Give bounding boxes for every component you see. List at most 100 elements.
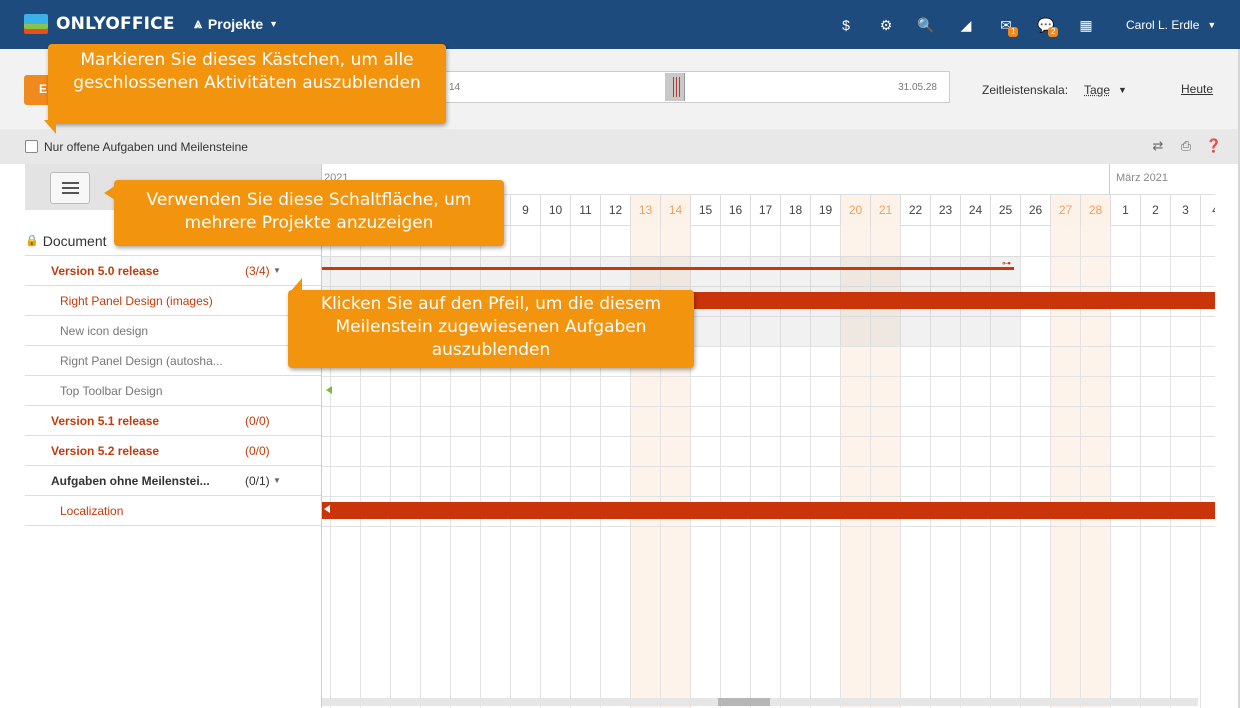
day-cell: 10 [540, 195, 570, 226]
calendar-icon[interactable]: ▦ [1066, 13, 1106, 37]
grid-row-line [322, 496, 1215, 497]
tooltip-checkbox: Markieren Sie dieses Kästchen, um alle g… [44, 44, 446, 134]
milestone-row[interactable]: Version 5.0 release (3/4) ▼ [25, 256, 321, 286]
day-cell: 14 [660, 195, 690, 226]
module-switcher[interactable]: ⩓ Projekte ▼ [194, 15, 278, 32]
task-arrow-left-icon[interactable] [326, 386, 332, 394]
day-cell: 15 [690, 195, 720, 226]
day-cell: 27 [1050, 195, 1080, 226]
milestone-row[interactable]: Aufgaben ohne Meilenstei... (0/1) ▼ [25, 466, 321, 496]
day-cell: 26 [1020, 195, 1050, 226]
tooltip-toggle-arrow: Klicken Sie auf den Pfeil, um die diesem… [288, 278, 694, 368]
row-name[interactable]: New icon design [60, 324, 148, 338]
row-count: (3/4) [245, 263, 270, 278]
day-cell: 19 [810, 195, 840, 226]
day-cell: 16 [720, 195, 750, 226]
grid-row-line [322, 406, 1215, 407]
refresh-icon[interactable]: ⇄ [1144, 138, 1172, 154]
task-row[interactable]: Right Panel Design (images) [25, 286, 321, 316]
open-only-label[interactable]: Nur offene Aufgaben und Meilensteine [44, 140, 248, 154]
row-count: (0/1) [245, 473, 270, 488]
user-menu[interactable]: Carol L. Erdle ▼ [1126, 18, 1216, 32]
day-cell: 3 [1170, 195, 1200, 226]
module-label: Projekte [207, 15, 264, 32]
lock-icon: 🔒 [25, 235, 39, 247]
help-icon[interactable]: ❓ [1200, 138, 1228, 154]
row-name[interactable]: Version 5.1 release [51, 414, 159, 428]
projects-module-icon: ⩓ [194, 15, 202, 31]
day-cell: 4 [1200, 195, 1215, 226]
day-cell: 22 [900, 195, 930, 226]
row-name[interactable]: Top Toolbar Design [60, 384, 163, 398]
top-navigation-bar: ONLYOFFICE ⩓ Projekte ▼ $ ⚙ 🔍 ◢ ✉ 1 💬 2 ▦ Carol … [0, 0, 1240, 49]
milestone-row[interactable]: Version 5.2 release (0/0) [25, 436, 321, 466]
grid-row-line [322, 466, 1215, 467]
timeline-end-label: 31.05.28 [898, 82, 937, 93]
timeline-slider-handle[interactable] [665, 73, 685, 101]
speedometer-icon[interactable]: ◢ [946, 13, 986, 37]
day-cell: 2 [1140, 195, 1170, 226]
day-cell: 11 [570, 195, 600, 226]
grid-row-line [322, 526, 1215, 527]
day-cell: 28 [1080, 195, 1110, 226]
grid-row-line [322, 436, 1215, 437]
milestone-key-icon: ⊶ [1002, 258, 1011, 268]
row-name[interactable]: Right Panel Design (images) [60, 294, 213, 308]
day-cell: 18 [780, 195, 810, 226]
day-cell: 25 [990, 195, 1020, 226]
notification-badge: 1 [1008, 27, 1019, 37]
filter-row: Nur offene Aufgaben und Meilensteine ⇄ ⎙… [0, 129, 1240, 164]
day-cell: 20 [840, 195, 870, 226]
chat-icon[interactable]: 💬 2 [1026, 13, 1066, 37]
row-count: (0/0) [245, 443, 270, 458]
today-link[interactable]: Heute [1181, 82, 1213, 96]
day-cell: 23 [930, 195, 960, 226]
milestone-bar[interactable] [322, 267, 1014, 270]
day-cell: 9 [510, 195, 540, 226]
row-name[interactable]: Version 5.0 release [51, 264, 159, 278]
milestone-row[interactable]: Version 5.1 release (0/0) [25, 406, 321, 436]
scrollbar-thumb[interactable] [718, 698, 770, 706]
chevron-down-icon: ▼ [1207, 20, 1217, 30]
day-cell: 21 [870, 195, 900, 226]
tooltip-menu-button: Verwenden Sie diese Schaltfläche, um meh… [104, 180, 504, 246]
collapse-arrow-icon[interactable]: ▼ [273, 266, 281, 275]
task-list: Version 5.0 release (3/4) ▼ Right Panel Des… [25, 256, 321, 526]
search-icon[interactable]: 🔍 [906, 13, 946, 37]
day-cell: 17 [750, 195, 780, 226]
day-cell: 24 [960, 195, 990, 226]
task-row[interactable]: New icon design [25, 316, 321, 346]
mail-icon[interactable]: ✉ 1 [986, 13, 1026, 37]
print-icon[interactable]: ⎙ [1172, 138, 1200, 154]
month-label-right: März 2021 [1109, 164, 1168, 195]
day-cell: 12 [600, 195, 630, 226]
task-bar-localization[interactable] [322, 502, 1215, 519]
task-row[interactable]: Localization [25, 496, 321, 526]
chevron-down-icon: ▼ [269, 18, 279, 29]
onlyoffice-logo[interactable]: ONLYOFFICE [24, 12, 175, 36]
open-only-checkbox[interactable] [25, 140, 38, 153]
brand-name: ONLYOFFICE [56, 14, 175, 34]
row-name[interactable]: Rignt Panel Design (autosha... [60, 354, 223, 368]
gear-icon[interactable]: ⚙ [866, 13, 906, 37]
task-row[interactable]: Top Toolbar Design [25, 376, 321, 406]
grid-row-line [322, 376, 1215, 377]
timeline-scale-label: Zeitleistenskala: [982, 83, 1069, 97]
chevron-down-icon[interactable]: ▼ [1118, 85, 1127, 95]
row-name[interactable]: Aufgaben ohne Meilenstei... [51, 474, 210, 488]
day-cell: 1 [1110, 195, 1140, 226]
multi-project-menu-button[interactable] [50, 172, 90, 204]
user-name: Carol L. Erdle [1126, 18, 1200, 32]
day-cell: 13 [630, 195, 660, 226]
task-row[interactable]: Rignt Panel Design (autosha... [25, 346, 321, 376]
timeline-start-label: 14 [449, 82, 461, 93]
logo-layers-icon [24, 12, 50, 36]
horizontal-scrollbar[interactable] [322, 698, 1198, 706]
row-name[interactable]: Version 5.2 release [51, 444, 159, 458]
collapse-arrow-icon[interactable]: ▼ [273, 476, 281, 485]
row-count: (0/0) [245, 413, 270, 428]
dollar-icon[interactable]: $ [826, 13, 866, 37]
timeline-scale-select[interactable]: Tage [1084, 83, 1110, 97]
notification-badge: 2 [1048, 27, 1059, 37]
row-name[interactable]: Localization [60, 504, 123, 518]
